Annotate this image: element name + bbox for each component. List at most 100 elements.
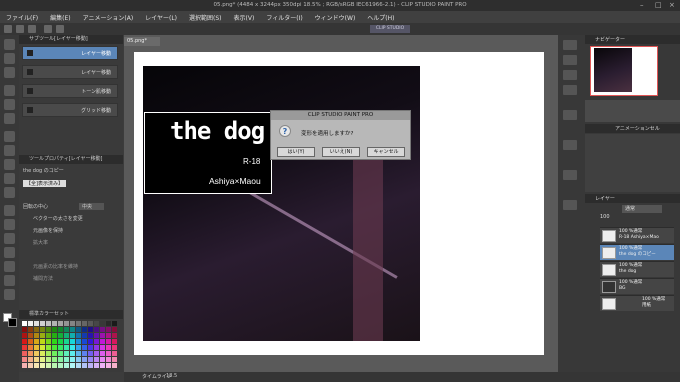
document-tab[interactable]: 05.png* [124, 37, 160, 46]
color-swatch[interactable] [106, 351, 111, 356]
sub-color-swatch[interactable] [8, 318, 17, 327]
color-swatch[interactable] [58, 345, 63, 350]
color-swatch[interactable] [52, 363, 57, 368]
color-swatch[interactable] [40, 339, 45, 344]
lasso-tool-icon[interactable] [4, 99, 15, 110]
color-swatch[interactable] [58, 333, 63, 338]
no-button[interactable]: いいえ(N) [322, 147, 360, 157]
menu-window[interactable]: ウィンドウ(W) [309, 13, 362, 22]
color-swatch[interactable] [46, 327, 51, 332]
airbrush-tool-icon[interactable] [4, 173, 15, 184]
color-swatch[interactable] [52, 345, 57, 350]
color-swatch[interactable] [82, 339, 87, 344]
color-swatch[interactable] [82, 327, 87, 332]
color-swatch[interactable] [76, 333, 81, 338]
color-swatch[interactable] [40, 327, 45, 332]
color-swatch[interactable] [76, 345, 81, 350]
color-swatch[interactable] [22, 351, 27, 356]
menu-layer[interactable]: レイヤー(L) [139, 13, 183, 22]
color-swatch[interactable] [58, 339, 63, 344]
panel-toggle-icon[interactable] [563, 170, 577, 180]
color-swatch[interactable] [52, 333, 57, 338]
animation-cel-tab[interactable]: アニメーションセル [615, 125, 660, 132]
cancel-button[interactable]: キャンセル [367, 147, 405, 157]
layer-row[interactable]: 100 %通常 用紙 [600, 295, 674, 311]
layer-row[interactable]: 100 %通常 the dog [600, 261, 674, 277]
layer-row[interactable]: 100 %通常 the dog のコピー [600, 244, 674, 260]
color-swatch[interactable] [52, 351, 57, 356]
color-swatch[interactable] [82, 333, 87, 338]
color-swatch[interactable] [94, 363, 99, 368]
layer-row[interactable]: 100 %通常 BG [600, 278, 674, 294]
color-swatch[interactable] [34, 333, 39, 338]
color-swatch[interactable] [106, 327, 111, 332]
color-swatch[interactable] [112, 321, 117, 326]
menu-filter[interactable]: フィルター(I) [260, 13, 308, 22]
menu-file[interactable]: ファイル(F) [0, 13, 44, 22]
color-swatch[interactable] [52, 327, 57, 332]
color-swatch[interactable] [100, 339, 105, 344]
navigator-tab[interactable]: ナビゲーター [595, 36, 625, 43]
menu-selection[interactable]: 選択範囲(S) [183, 13, 228, 22]
color-swatch[interactable] [94, 357, 99, 362]
color-swatch[interactable] [64, 321, 69, 326]
color-swatch[interactable] [88, 321, 93, 326]
color-swatch[interactable] [22, 363, 27, 368]
panel-toggle-icon[interactable] [563, 200, 577, 210]
color-swatch[interactable] [88, 339, 93, 344]
navigator-controls[interactable] [585, 100, 680, 122]
color-swatch[interactable] [28, 339, 33, 344]
frame-tool-icon[interactable] [4, 247, 15, 258]
color-swatch[interactable] [46, 363, 51, 368]
color-swatch[interactable] [22, 345, 27, 350]
color-swatch[interactable] [70, 345, 75, 350]
subtool-item-grid-move[interactable]: グリッド移動 [22, 103, 118, 117]
color-swatch[interactable] [34, 321, 39, 326]
color-swatch[interactable] [28, 351, 33, 356]
color-swatch[interactable] [106, 357, 111, 362]
hand-tool-icon[interactable] [4, 67, 15, 78]
color-swatch[interactable] [34, 339, 39, 344]
eraser-tool-icon[interactable] [4, 187, 15, 198]
color-swatch[interactable] [52, 357, 57, 362]
panel-toggle-icon[interactable] [563, 110, 577, 120]
color-swatch[interactable] [76, 339, 81, 344]
color-swatch[interactable] [52, 321, 57, 326]
color-swatch[interactable] [112, 339, 117, 344]
color-swatch[interactable] [34, 327, 39, 332]
color-swatch[interactable] [22, 327, 27, 332]
color-swatch[interactable] [88, 345, 93, 350]
color-swatch[interactable] [82, 351, 87, 356]
color-swatch[interactable] [112, 327, 117, 332]
color-swatch[interactable] [46, 357, 51, 362]
color-swatch[interactable] [58, 357, 63, 362]
vector-width-option[interactable]: ベクターの太さを変更 [33, 215, 83, 222]
color-swatch[interactable] [28, 333, 33, 338]
color-swatch[interactable] [76, 351, 81, 356]
color-swatch[interactable] [76, 363, 81, 368]
panel-toggle-icon[interactable] [563, 85, 577, 95]
menu-edit[interactable]: 編集(E) [44, 13, 76, 22]
color-swatch[interactable] [112, 357, 117, 362]
color-swatch[interactable] [112, 345, 117, 350]
color-swatch[interactable] [22, 333, 27, 338]
minimize-button[interactable]: – [640, 0, 644, 11]
color-swatch[interactable] [22, 357, 27, 362]
color-swatch[interactable] [94, 333, 99, 338]
layer-row[interactable]: 100 %通常 R-18 Ashiya×Mao [600, 227, 674, 243]
color-swatch[interactable] [70, 363, 75, 368]
color-swatch[interactable] [22, 339, 27, 344]
brush-tool-icon[interactable] [4, 159, 15, 170]
layer-tab[interactable]: レイヤー [595, 195, 615, 202]
eyedropper-tool-icon[interactable] [4, 113, 15, 124]
new-file-icon[interactable] [4, 25, 12, 33]
clip-studio-button[interactable]: CLIP STUDIO [370, 25, 410, 33]
color-swatch[interactable] [64, 351, 69, 356]
color-swatch[interactable] [94, 327, 99, 332]
pencil-tool-icon[interactable] [4, 145, 15, 156]
color-swatch[interactable] [82, 363, 87, 368]
color-swatch[interactable] [70, 339, 75, 344]
color-swatch[interactable] [58, 351, 63, 356]
color-swatch[interactable] [88, 363, 93, 368]
target-layer-field[interactable]: 【全]表示済み】 [23, 180, 66, 187]
